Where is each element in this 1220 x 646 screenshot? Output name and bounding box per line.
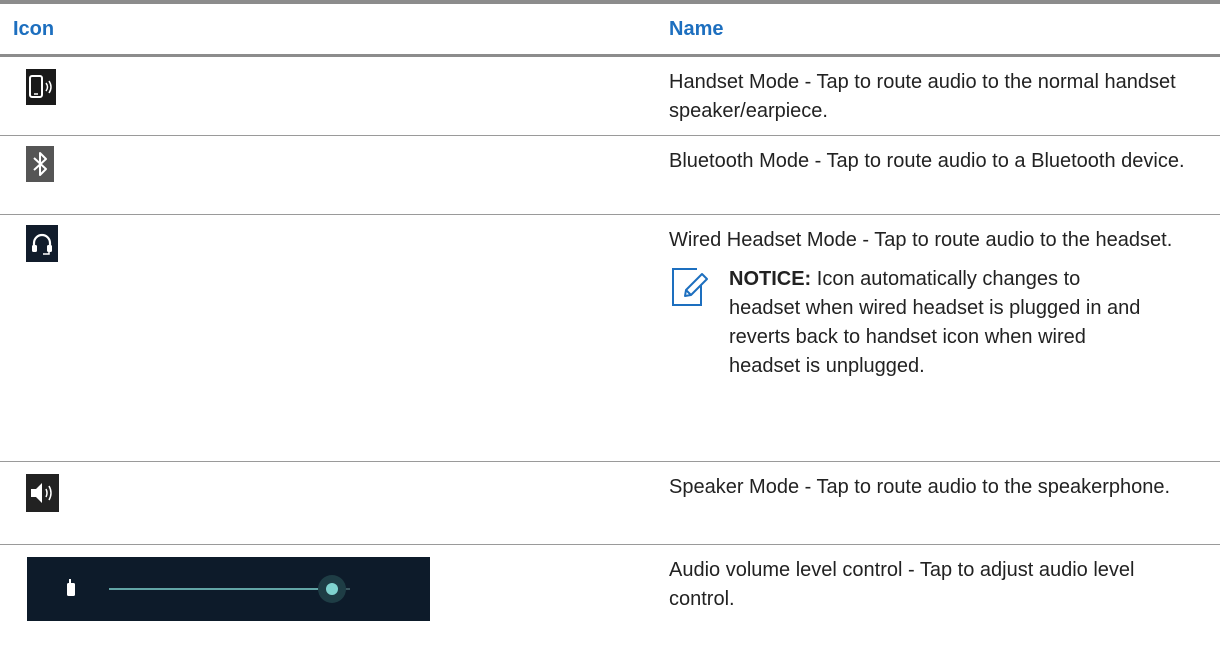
table-row: Handset Mode - Tap to route audio to the…	[0, 57, 1220, 136]
table-header: Icon Name	[0, 4, 1220, 57]
header-name: Name	[669, 17, 724, 40]
table-row: Audio volume level control - Tap to adju…	[0, 545, 1220, 631]
handset-mode-icon	[26, 69, 56, 105]
headset-icon	[26, 225, 58, 262]
row-description: Bluetooth Mode - Tap to route audio to a…	[669, 150, 1185, 172]
notice-label: NOTICE:	[729, 268, 812, 290]
table-row: Bluetooth Mode - Tap to route audio to a…	[0, 136, 1220, 215]
row-description: Wired Headset Mode - Tap to route audio …	[669, 229, 1173, 251]
volume-slider-icon	[27, 557, 430, 621]
table-row: Wired Headset Mode - Tap to route audio …	[0, 215, 1220, 462]
icon-table: Icon Name Handset Mode - Tap to route au…	[0, 0, 1220, 631]
speaker-icon	[26, 474, 59, 512]
pencil-note-icon	[669, 265, 729, 381]
row-description: Speaker Mode - Tap to route audio to the…	[669, 476, 1171, 498]
row-description: Handset Mode - Tap to route audio to the…	[669, 71, 1176, 122]
row-description: Audio volume level control - Tap to adju…	[669, 559, 1135, 610]
bluetooth-icon	[26, 146, 54, 182]
header-icon: Icon	[13, 17, 55, 40]
table-row: Speaker Mode - Tap to route audio to the…	[0, 462, 1220, 545]
notice-box: NOTICE: Icon automatically changes to he…	[669, 265, 1190, 381]
